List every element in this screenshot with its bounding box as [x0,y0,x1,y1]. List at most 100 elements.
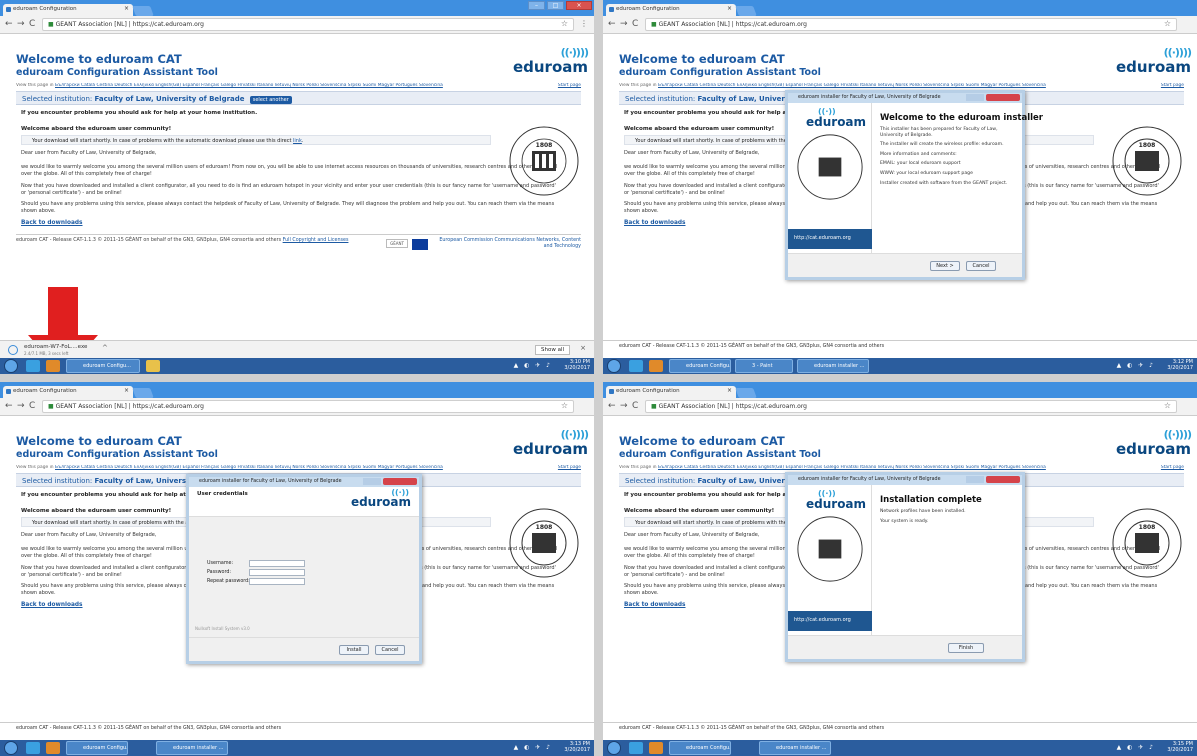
start-button[interactable] [607,741,621,755]
back-arrow-icon[interactable]: ← [5,19,13,29]
browser-tab[interactable]: eduroam Configuration × [606,4,736,16]
install-button[interactable]: Install [339,645,369,655]
new-tab-button[interactable] [735,6,757,16]
taskbar-installer[interactable]: eduroam installer ... [797,359,869,373]
page-subtitle: eduroam Configuration Assistant Tool [619,449,821,460]
shelf-close-icon[interactable]: × [580,344,586,352]
taskbar-chrome[interactable]: eduroam Configu... [669,741,731,755]
language-links[interactable]: Български Català Čeština Deutsch Ελληνικ… [658,83,1046,88]
taskbar-chrome[interactable]: eduroam Configu... [669,359,731,373]
back-arrow-icon[interactable]: ← [608,19,616,29]
url-field[interactable]: ■ GEANT Association [NL] | https://cat.e… [645,400,1177,413]
page-subtitle: eduroam Configuration Assistant Tool [619,67,821,78]
download-chevron-icon[interactable]: ^ [102,344,108,352]
start-button[interactable] [4,741,18,755]
forward-arrow-icon[interactable]: → [620,19,628,29]
ie-icon[interactable] [26,742,40,754]
cancel-button[interactable]: Cancel [375,645,405,655]
complete-heading: Installation complete [880,495,982,505]
cancel-button[interactable]: Cancel [966,261,996,271]
reload-icon[interactable]: C [632,401,638,411]
new-tab-button[interactable] [132,6,154,16]
clock-date: 3/20/2017 [564,365,590,371]
password-label: Password: [207,570,232,575]
paragraph-welcome: we would like to warmly welcome you amon… [21,164,558,177]
back-to-downloads-link[interactable]: Back to downloads [21,602,83,608]
language-links[interactable]: Български Català Čeština Deutsch Ελληνικ… [55,83,443,88]
reload-icon[interactable]: C [632,19,638,29]
start-page-link[interactable]: Start page [1157,465,1184,470]
start-page-link[interactable]: Start page [554,83,581,88]
taskbar-installer[interactable]: eduroam installer ... [156,741,228,755]
password-field[interactable] [249,569,305,576]
minimize-button[interactable]: – [528,1,545,10]
installer-complete-dialog: eduroam installer for Faculty of Law, Un… [785,472,1025,662]
download-text: Your download will start shortly. In cas… [32,138,292,144]
finish-button[interactable]: Finish [948,643,984,653]
firefox-icon[interactable] [649,360,663,372]
language-links[interactable]: Български Català Čeština Deutsch Ελληνικ… [55,465,443,470]
close-window-button[interactable]: × [566,1,592,10]
back-arrow-icon[interactable]: ← [608,401,616,411]
tab-close-icon[interactable]: × [727,5,732,12]
clock-date: 3/20/2017 [564,747,590,753]
new-tab-button[interactable] [132,388,154,398]
show-all-button[interactable]: Show all [534,345,570,355]
dialog-close-button[interactable] [966,94,1020,101]
copyright-link[interactable]: Full Copyright and Licenses [283,238,349,243]
menu-icon[interactable]: ⋮ [580,19,588,28]
ie-icon[interactable] [629,360,643,372]
language-links[interactable]: Български Català Čeština Deutsch Ελληνικ… [658,465,1046,470]
reload-icon[interactable]: C [29,401,35,411]
sidebar-url: http://cat.eduroam.org [788,229,872,249]
browser-tab[interactable]: eduroam Configuration × [3,386,133,398]
taskbar-chrome[interactable]: eduroam Configu... [66,359,140,373]
start-page-link[interactable]: Start page [1157,83,1184,88]
bookmark-star-icon[interactable]: ☆ [561,401,568,410]
installer-heading: Welcome to the eduroam installer [880,113,1044,123]
firefox-icon[interactable] [649,742,663,754]
download-filename[interactable]: eduroam-W7-FoL....exe [24,344,87,350]
tab-close-icon[interactable]: × [124,5,129,12]
back-to-downloads-link[interactable]: Back to downloads [624,220,686,226]
start-page-link[interactable]: Start page [554,465,581,470]
tab-close-icon[interactable]: × [124,387,129,394]
url-field[interactable]: ■ GEANT Association [NL] | https://cat.e… [645,18,1177,31]
firefox-icon[interactable] [46,360,60,372]
explorer-icon[interactable] [146,360,160,372]
back-to-downloads-link[interactable]: Back to downloads [21,220,83,226]
forward-arrow-icon[interactable]: → [17,401,25,411]
ie-icon[interactable] [629,742,643,754]
back-arrow-icon[interactable]: ← [5,401,13,411]
dialog-button-bar: Finish [788,635,1022,659]
select-another-button[interactable]: select another [249,96,292,104]
taskbar-installer[interactable]: eduroam installer ... [759,741,831,755]
dialog-close-button[interactable] [363,478,417,485]
tab-close-icon[interactable]: × [727,387,732,394]
url-field[interactable]: ■ GEANT Association [NL] | https://cat.e… [42,18,574,31]
browser-tab[interactable]: eduroam Configuration × [606,386,736,398]
firefox-icon[interactable] [46,742,60,754]
favicon-icon [609,7,614,12]
repeat-password-field[interactable] [249,578,305,585]
browser-tab[interactable]: eduroam Configuration × [3,4,133,16]
direct-link[interactable]: link [293,138,302,144]
taskbar-chrome[interactable]: eduroam Configu... [66,741,128,755]
start-button[interactable] [4,359,18,373]
url-field[interactable]: ■ GEANT Association [NL] | https://cat.e… [42,400,574,413]
next-button[interactable]: Next > [930,261,960,271]
bookmark-star-icon[interactable]: ☆ [1164,19,1171,28]
forward-arrow-icon[interactable]: → [17,19,25,29]
ie-icon[interactable] [26,360,40,372]
forward-arrow-icon[interactable]: → [620,401,628,411]
bookmark-star-icon[interactable]: ☆ [561,19,568,28]
username-field[interactable] [249,560,305,567]
dialog-close-button[interactable] [966,476,1020,483]
maximize-button[interactable]: □ [547,1,564,10]
taskbar-paint[interactable]: 3 - Paint [735,359,793,373]
new-tab-button[interactable] [735,388,757,398]
reload-icon[interactable]: C [29,19,35,29]
bookmark-star-icon[interactable]: ☆ [1164,401,1171,410]
start-button[interactable] [607,359,621,373]
back-to-downloads-link[interactable]: Back to downloads [624,602,686,608]
